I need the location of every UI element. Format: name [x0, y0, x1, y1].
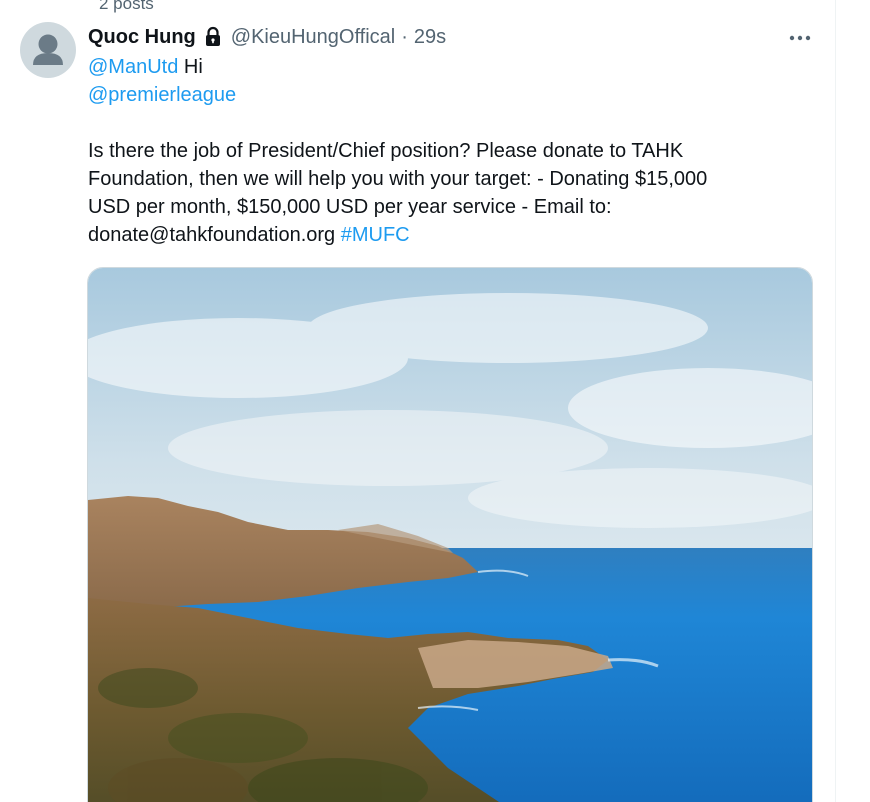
separator-dot: ·	[401, 25, 408, 48]
mention-premierleague[interactable]: @premierleague	[88, 84, 236, 106]
tweet-header: Quoc Hung @KieuHungOffical · 29s	[88, 22, 446, 52]
greeting-text: Hi	[178, 56, 203, 78]
coastline-photo	[88, 268, 812, 802]
profile-posts-count: 2 posts	[99, 0, 154, 13]
tweet-body-line: donate@tahkfoundation.org #MUFC	[88, 221, 808, 249]
more-horizontal-icon	[789, 35, 811, 41]
default-avatar-icon	[33, 34, 63, 65]
tweet-body-line: USD per month, $150,000 USD per year ser…	[88, 196, 612, 218]
timeline-border	[835, 0, 836, 802]
tweet-text: @ManUtd Hi @premierleague Is there the j…	[88, 53, 808, 249]
hashtag-mufc[interactable]: #MUFC	[341, 224, 410, 246]
tweet-body-line: Is there the job of President/Chief posi…	[88, 140, 684, 162]
mention-manutd[interactable]: @ManUtd	[88, 56, 178, 78]
more-button[interactable]	[780, 24, 820, 52]
email-text: donate@tahkfoundation.org	[88, 224, 341, 246]
tweet-text-line: @ManUtd Hi	[88, 53, 808, 81]
timestamp[interactable]: 29s	[414, 26, 446, 49]
lock-icon	[203, 26, 223, 48]
tweet-photo[interactable]	[87, 267, 813, 802]
tweet-body-line: Foundation, then we will help you with y…	[88, 168, 708, 190]
avatar[interactable]	[20, 22, 76, 78]
author-handle[interactable]: @KieuHungOffical	[231, 26, 395, 49]
author-display-name[interactable]: Quoc Hung	[88, 26, 196, 49]
tweet-text-line: @premierleague	[88, 81, 808, 109]
